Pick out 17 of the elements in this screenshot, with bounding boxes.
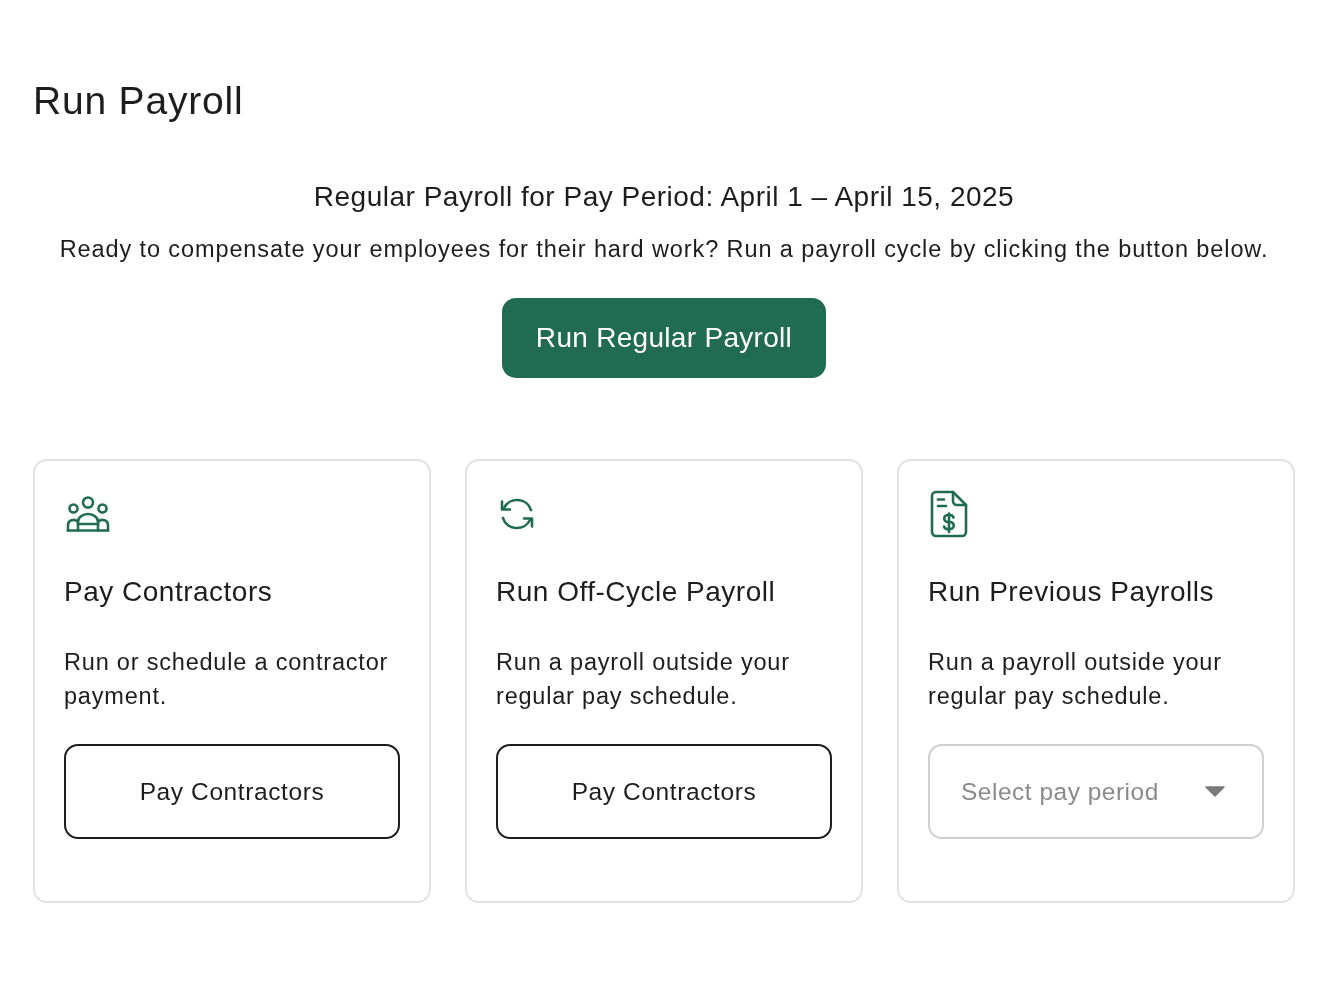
card-title: Run Off-Cycle Payroll: [496, 575, 776, 609]
card-title: Pay Contractors: [64, 575, 273, 609]
card-description: Run a payroll outside your regular pay schedule.: [496, 648, 791, 711]
run-payroll-button[interactable]: Run Regular Payroll: [502, 298, 826, 378]
people-group-icon: [66, 496, 110, 532]
card-description: Run or schedule a contractor payment.: [64, 648, 390, 711]
card-action-button[interactable]: Pay Contractors: [64, 744, 400, 839]
refresh-arrows-icon: [498, 497, 536, 531]
card-title: Run Previous Payrolls: [928, 575, 1214, 609]
card-description: Run a payroll outside your regular pay schedule.: [928, 648, 1223, 711]
section-heading: Regular Payroll for Pay Period: April 1 – April 15, 2025: [313, 180, 1015, 214]
card-action-button[interactable]: Pay Contractors: [496, 744, 832, 839]
section-description: Ready to compensate your employees for their hard work? Run a payroll cycle by clicking the button below.: [59, 235, 1269, 264]
dollar-document-icon: [930, 490, 968, 538]
caret-down-icon: [1205, 786, 1225, 797]
dropdown-placeholder: Select pay period: [961, 777, 1159, 806]
page-title: Run Payroll: [33, 78, 244, 124]
